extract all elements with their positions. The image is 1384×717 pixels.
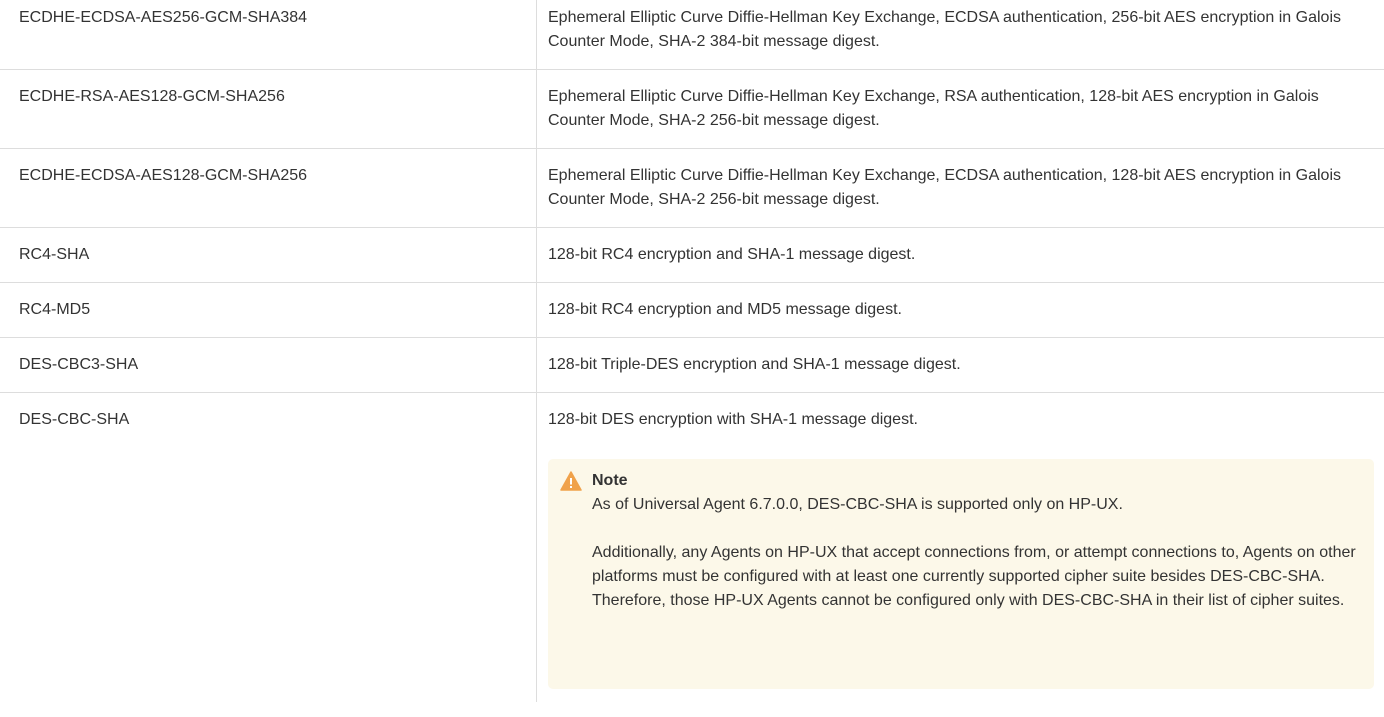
cipher-description-cell: 128-bit RC4 encryption and SHA-1 message… <box>536 227 1384 283</box>
warning-icon <box>560 471 582 491</box>
cipher-description-cell: Ephemeral Elliptic Curve Diffie-Hellman … <box>536 148 1384 228</box>
table-row: DES-CBC3-SHA 128-bit Triple-DES encrypti… <box>0 337 1384 393</box>
note-title: Note <box>592 472 628 489</box>
cipher-name-cell: ECDHE-RSA-AES128-GCM-SHA256 <box>0 69 537 149</box>
table-row: RC4-MD5 128-bit RC4 encryption and MD5 m… <box>0 282 1384 338</box>
cipher-description-cell: Ephemeral Elliptic Curve Diffie-Hellman … <box>536 0 1384 70</box>
cipher-name-cell: ECDHE-ECDSA-AES128-GCM-SHA256 <box>0 148 537 228</box>
table-row: ECDHE-RSA-AES128-GCM-SHA256 Ephemeral El… <box>0 69 1384 149</box>
table-row: RC4-SHA 128-bit RC4 encryption and SHA-1… <box>0 227 1384 283</box>
cipher-description-cell: 128-bit DES encryption with SHA-1 messag… <box>536 392 1384 702</box>
note-paragraph: As of Universal Agent 6.7.0.0, DES-CBC-S… <box>592 496 1123 513</box>
cipher-description-text: 128-bit DES encryption with SHA-1 messag… <box>548 411 918 428</box>
note-panel: Note As of Universal Agent 6.7.0.0, DES-… <box>548 459 1374 689</box>
cipher-suite-table: ECDHE-ECDSA-AES256-GCM-SHA384 Ephemeral … <box>0 0 1384 702</box>
table-row: ECDHE-ECDSA-AES128-GCM-SHA256 Ephemeral … <box>0 148 1384 228</box>
cipher-description-cell: 128-bit RC4 encryption and MD5 message d… <box>536 282 1384 338</box>
cipher-name-cell: RC4-SHA <box>0 227 537 283</box>
cipher-name-cell: RC4-MD5 <box>0 282 537 338</box>
table-row: ECDHE-ECDSA-AES256-GCM-SHA384 Ephemeral … <box>0 0 1384 70</box>
cipher-description-cell: Ephemeral Elliptic Curve Diffie-Hellman … <box>536 69 1384 149</box>
cipher-name-cell: ECDHE-ECDSA-AES256-GCM-SHA384 <box>0 0 537 70</box>
cipher-name-cell: DES-CBC-SHA <box>0 392 537 702</box>
cipher-name-cell: DES-CBC3-SHA <box>0 337 537 393</box>
cipher-description-cell: 128-bit Triple-DES encryption and SHA-1 … <box>536 337 1384 393</box>
note-paragraph: Additionally, any Agents on HP-UX that a… <box>592 544 1356 609</box>
table-row: DES-CBC-SHA 128-bit DES encryption with … <box>0 392 1384 702</box>
